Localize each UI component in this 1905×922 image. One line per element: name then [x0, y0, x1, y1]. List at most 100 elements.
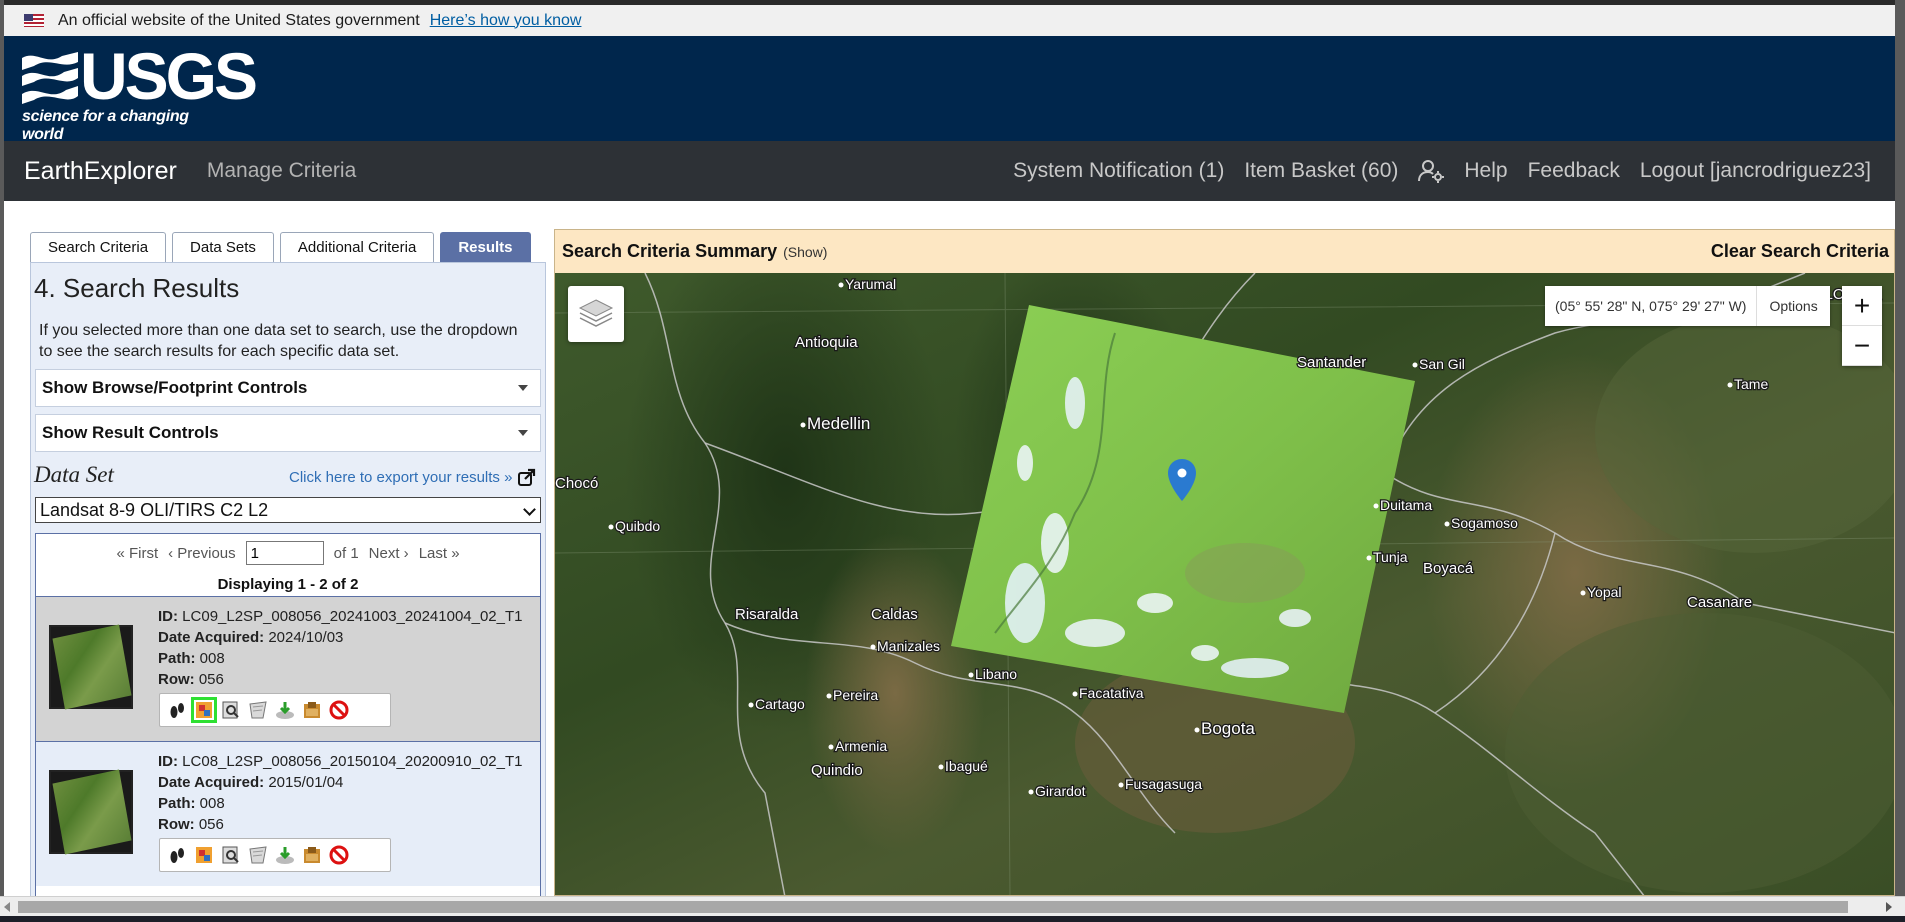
- gov-banner-text: An official website of the United States…: [58, 11, 420, 29]
- pager-first[interactable]: « First: [116, 545, 158, 562]
- result-row[interactable]: ID: LC08_L2SP_008056_20150104_20200910_0…: [36, 741, 540, 886]
- id-label: ID:: [158, 608, 178, 625]
- page-number-input[interactable]: [245, 541, 324, 565]
- place-label: Facatativa: [1079, 685, 1144, 701]
- help-link[interactable]: Help: [1464, 159, 1507, 183]
- row-label: Row:: [158, 671, 195, 688]
- place-label: Bogota: [1201, 719, 1255, 738]
- manage-criteria-link[interactable]: Manage Criteria: [207, 159, 356, 183]
- footprint-icon[interactable]: [165, 698, 189, 722]
- logout-link[interactable]: Logout [jancrodriguez23]: [1640, 159, 1871, 183]
- compare-browse-icon[interactable]: [219, 698, 243, 722]
- result-path: 008: [199, 650, 225, 667]
- scroll-right-arrow-icon[interactable]: [1886, 902, 1892, 912]
- dataset-label: Data Set: [34, 462, 114, 487]
- place-dot: [1412, 362, 1418, 368]
- feedback-link[interactable]: Feedback: [1528, 159, 1620, 183]
- user-settings-icon[interactable]: [1418, 159, 1445, 183]
- zoom-in-button[interactable]: +: [1842, 286, 1882, 326]
- tab-data-sets[interactable]: Data Sets: [172, 232, 274, 262]
- place-label: Libano: [975, 666, 1017, 682]
- usgs-logo[interactable]: USGS science for a changing world: [22, 39, 258, 143]
- metadata-icon[interactable]: [246, 843, 270, 867]
- browse-footprint-controls-label: Show Browse/Footprint Controls: [42, 378, 308, 397]
- tab-additional-criteria[interactable]: Additional Criteria: [279, 232, 435, 262]
- place-label: Casanare: [1687, 594, 1752, 611]
- pager-previous[interactable]: ‹ Previous: [168, 545, 236, 562]
- criteria-tabs: Search Criteria Data Sets Additional Cri…: [30, 232, 531, 264]
- place-label: Boyacá: [1423, 560, 1474, 577]
- navbar-right-menu: System Notification (1) Item Basket (60)…: [1013, 141, 1871, 201]
- place-label: Yopal: [1587, 584, 1622, 600]
- result-controls-label: Show Result Controls: [42, 423, 219, 442]
- place-dot: [1366, 555, 1372, 561]
- export-results-link[interactable]: Click here to export your results »: [289, 468, 536, 486]
- place-label: Tame: [1734, 376, 1768, 392]
- place-dot: [1072, 691, 1078, 697]
- place-label: Armenia: [835, 738, 887, 754]
- add-to-bulk-download-icon[interactable]: [300, 843, 324, 867]
- displaying-count: Displaying 1 - 2 of 2: [217, 576, 359, 593]
- results-sidebar: Search Criteria Data Sets Additional Cri…: [30, 230, 546, 898]
- scrollbar-thumb[interactable]: [18, 901, 1848, 913]
- result-row-number: 056: [198, 816, 224, 833]
- scroll-left-arrow-icon[interactable]: [4, 902, 10, 912]
- place-label: Quibdo: [615, 518, 660, 534]
- add-to-bulk-download-icon[interactable]: [300, 698, 324, 722]
- place-label: Medellin: [807, 414, 870, 433]
- dataset-select-value: Landsat 8-9 OLI/TIRS C2 L2: [40, 499, 269, 520]
- earthexplorer-brand[interactable]: EarthExplorer: [24, 157, 177, 186]
- external-link-icon: [518, 468, 536, 486]
- tab-results[interactable]: Results: [440, 232, 531, 262]
- satellite-map[interactable]: Antioquia Medellin Santander San Gil Tame Cho…: [555, 273, 1895, 896]
- result-controls-toggle[interactable]: Show Result Controls: [35, 414, 541, 452]
- clear-search-criteria-button[interactable]: Clear Search Criteria: [1711, 241, 1889, 262]
- pager-next[interactable]: Next ›: [369, 545, 409, 562]
- exclude-scene-icon[interactable]: [327, 843, 351, 867]
- browse-overlay-icon[interactable]: [192, 843, 216, 867]
- compare-browse-icon[interactable]: [219, 843, 243, 867]
- place-dot: [1444, 521, 1450, 527]
- date-label: Date Acquired:: [158, 629, 265, 646]
- footprint-icon[interactable]: [165, 843, 189, 867]
- result-date: 2015/01/04: [268, 774, 344, 791]
- map-layers-button[interactable]: [568, 286, 624, 342]
- date-label: Date Acquired:: [158, 774, 265, 791]
- metadata-icon[interactable]: [246, 698, 270, 722]
- browse-footprint-controls-toggle[interactable]: Show Browse/Footprint Controls: [35, 369, 541, 407]
- result-id: LC08_L2SP_008056_20150104_20200910_02_T1: [182, 753, 523, 770]
- dataset-select[interactable]: Landsat 8-9 OLI/TIRS C2 L2: [35, 497, 541, 523]
- zoom-out-button[interactable]: −: [1842, 326, 1882, 366]
- coordinates-value: (05° 55' 28" N, 075° 29' 27" W): [1545, 286, 1758, 326]
- system-notification-link[interactable]: System Notification (1): [1013, 159, 1224, 183]
- horizontal-scrollbar[interactable]: [0, 896, 1905, 916]
- item-basket-link[interactable]: Item Basket (60): [1244, 159, 1398, 183]
- place-label: Caldas: [871, 606, 918, 623]
- browse-overlay-icon[interactable]: [191, 697, 217, 723]
- place-dot: [870, 644, 876, 650]
- download-icon[interactable]: [273, 698, 297, 722]
- coordinates-options-button[interactable]: Options: [1757, 298, 1829, 314]
- usgs-wordmark: USGS: [80, 39, 258, 113]
- place-label: Risaralda: [735, 606, 799, 623]
- pager-of-total: of 1: [333, 544, 359, 562]
- browse-thumbnail[interactable]: [49, 769, 133, 855]
- path-label: Path:: [158, 650, 196, 667]
- place-label: Girardot: [1035, 783, 1086, 799]
- place-dot: [748, 702, 754, 708]
- place-label: Quindio: [811, 762, 863, 779]
- result-row[interactable]: ID: LC09_L2SP_008056_20241003_20241004_0…: [36, 596, 540, 741]
- result-metadata: ID: LC08_L2SP_008056_20150104_20200910_0…: [158, 751, 523, 835]
- browse-thumbnail[interactable]: [49, 624, 133, 710]
- us-flag-icon: [24, 14, 44, 27]
- download-icon[interactable]: [273, 843, 297, 867]
- place-label: Pereira: [833, 687, 878, 703]
- tab-search-criteria[interactable]: Search Criteria: [30, 232, 167, 262]
- place-label: San Gil: [1419, 356, 1465, 372]
- summary-show-link[interactable]: (Show): [783, 244, 827, 260]
- result-date: 2024/10/03: [268, 629, 344, 646]
- how-you-know-link[interactable]: Here’s how you know: [430, 12, 582, 30]
- usgs-header: USGS science for a changing world: [4, 36, 1895, 143]
- pager-last[interactable]: Last »: [419, 545, 460, 562]
- exclude-scene-icon[interactable]: [327, 698, 351, 722]
